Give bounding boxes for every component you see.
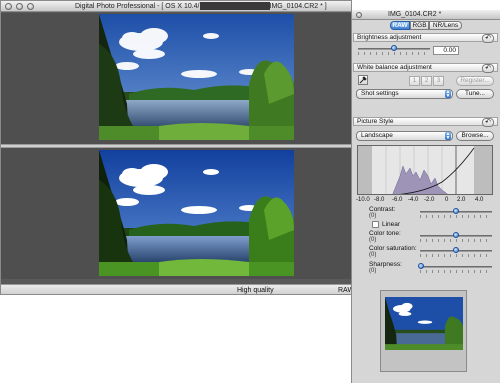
popup-arrow-icon: ▲ ▼ xyxy=(445,131,451,141)
color-saturation-slider-ticks xyxy=(420,254,492,257)
photo-preview-bottom[interactable] xyxy=(99,150,294,276)
sharpness-slider-knob[interactable] xyxy=(418,263,424,269)
linear-label: Linear xyxy=(382,221,401,228)
eyedropper-icon xyxy=(359,76,367,84)
picture-style-undo-button[interactable]: ↶ xyxy=(482,118,494,127)
picture-style-select[interactable]: Landscape ▲ ▼ xyxy=(356,131,453,141)
palette-close-button[interactable] xyxy=(356,12,362,18)
hist-axis-label: -6.0 xyxy=(392,197,403,203)
wb-preset-2[interactable]: 2 xyxy=(421,76,432,86)
brightness-undo-button[interactable]: ↶ xyxy=(482,34,494,43)
color-tone-value: (0) xyxy=(369,237,377,243)
tab-nr-lens[interactable]: NR/Lens xyxy=(429,21,462,30)
picture-style-section-header: Picture Style xyxy=(353,117,498,126)
white-balance-undo-button[interactable]: ↶ xyxy=(482,64,494,73)
contrast-label: Contrast: xyxy=(369,206,396,213)
main-title-bar[interactable]: Digital Photo Professional - [ OS X 10.4… xyxy=(1,1,351,12)
hist-axis-label: -2.0 xyxy=(424,197,435,203)
hist-axis-label: -10.0 xyxy=(356,197,370,203)
undo-icon: ↶ xyxy=(485,119,491,126)
shot-settings-value: Shot settings xyxy=(361,90,399,97)
status-bar: High quality RAW xyxy=(1,284,351,294)
shot-settings-select[interactable]: Shot settings ▲ ▼ xyxy=(356,89,453,99)
popup-arrow-icon: ▲ ▼ xyxy=(445,89,451,99)
tab-raw[interactable]: RAW xyxy=(390,21,410,30)
picture-style-header-label: Picture Style xyxy=(357,118,394,125)
sharpness-label: Sharpness: xyxy=(369,261,402,268)
sharpness-slider-ticks xyxy=(420,270,492,273)
tone-curve-histogram[interactable] xyxy=(357,145,493,195)
title-obscured-region xyxy=(199,2,270,11)
brightness-header-label: Brightness adjustment xyxy=(357,34,422,41)
landscape-photo xyxy=(99,14,294,140)
status-quality: High quality xyxy=(237,287,274,294)
brightness-section-header: Brightness adjustment xyxy=(353,33,498,42)
white-balance-section-header: White balance adjustment xyxy=(353,63,498,72)
contrast-slider-knob[interactable] xyxy=(453,208,459,214)
linear-checkbox[interactable] xyxy=(372,221,379,228)
close-button[interactable] xyxy=(5,3,12,10)
hist-axis-label: -8.0 xyxy=(374,197,385,203)
landscape-thumbnail xyxy=(385,297,463,350)
navigator-preview[interactable] xyxy=(380,290,467,372)
main-window-title-prefix: Digital Photo Professional - [ OS X 10.4… xyxy=(75,3,200,10)
color-tone-slider-ticks xyxy=(420,239,492,242)
landscape-photo xyxy=(99,150,294,276)
palette-title: IMG_0104.CR2 * xyxy=(388,11,442,18)
hist-axis-label: 0 xyxy=(445,197,449,203)
brightness-value-field[interactable]: 0.00 xyxy=(433,46,459,55)
brightness-slider-knob[interactable] xyxy=(391,45,397,51)
sharpness-value: (0) xyxy=(369,268,377,274)
tune-button[interactable]: Tune... xyxy=(456,89,494,99)
undo-icon: ↶ xyxy=(485,65,491,72)
wb-preset-1[interactable]: 1 xyxy=(409,76,420,86)
color-saturation-label: Color saturation: xyxy=(369,245,417,252)
navigator-thumbnail[interactable] xyxy=(385,297,463,350)
register-button[interactable]: Register... xyxy=(456,76,494,86)
color-saturation-value: (0) xyxy=(369,252,377,258)
minimize-button[interactable] xyxy=(16,3,23,10)
white-balance-header-label: White balance adjustment xyxy=(357,64,432,71)
wb-preset-3[interactable]: 3 xyxy=(433,76,444,86)
color-tone-label: Color tone: xyxy=(369,230,401,237)
hist-axis-label: 4.0 xyxy=(475,197,484,203)
main-window-title: Digital Photo Professional - [ OS X 10.4… xyxy=(75,2,351,11)
main-window: Digital Photo Professional - [ OS X 10.4… xyxy=(0,0,352,295)
contrast-value: (0) xyxy=(369,213,377,219)
hist-axis-label: -4.0 xyxy=(408,197,419,203)
main-window-title-suffix: IMG_0104.CR2 * ] xyxy=(269,3,327,10)
eyedropper-button[interactable] xyxy=(358,75,368,85)
browse-button[interactable]: Browse... xyxy=(456,131,494,141)
tab-rgb[interactable]: RGB xyxy=(410,21,429,30)
color-tone-slider-knob[interactable] xyxy=(453,232,459,238)
color-saturation-slider-knob[interactable] xyxy=(453,247,459,253)
hist-axis-label: 2.0 xyxy=(457,197,466,203)
brightness-slider-ticks xyxy=(358,52,430,55)
picture-style-value: Landscape xyxy=(361,132,393,139)
undo-icon: ↶ xyxy=(485,35,491,42)
contrast-slider-ticks xyxy=(420,215,492,218)
histogram-graph xyxy=(372,146,475,194)
photo-preview-top[interactable] xyxy=(99,14,294,140)
palette-title-bar[interactable]: IMG_0104.CR2 * xyxy=(352,10,500,20)
zoom-button[interactable] xyxy=(27,3,34,10)
sharpness-slider-track[interactable] xyxy=(420,266,492,268)
status-mode: RAW xyxy=(338,287,351,294)
